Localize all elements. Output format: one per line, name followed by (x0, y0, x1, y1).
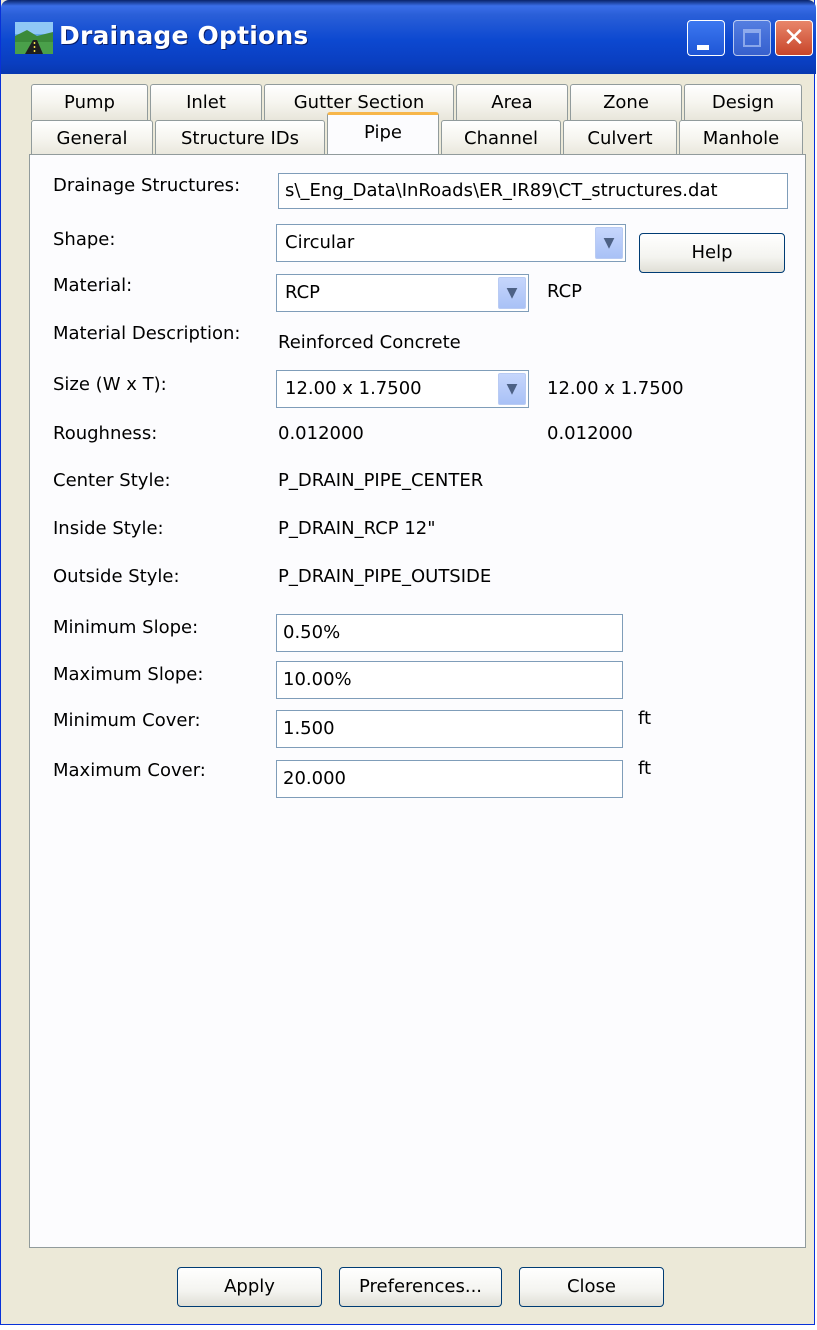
outside-style-label: Outside Style: (53, 566, 180, 587)
roughness-value: 0.012000 (278, 423, 364, 444)
chevron-down-icon[interactable]: ▼ (498, 277, 526, 309)
close-window-button[interactable]: ✕ (775, 20, 813, 56)
close-button[interactable]: Close (519, 1267, 664, 1307)
help-button[interactable]: Help (639, 233, 785, 273)
tab-strip: Pump Inlet Gutter Section Area Zone Desi… (1, 74, 816, 156)
maximum-cover-unit: ft (638, 758, 652, 779)
tab-design[interactable]: Design (684, 84, 802, 120)
tab-structure-ids[interactable]: Structure IDs (155, 120, 325, 156)
center-style-label: Center Style: (53, 470, 171, 491)
material-label: Material: (53, 275, 133, 296)
tab-zone[interactable]: Zone (570, 84, 682, 120)
drainage-structures-label: Drainage Structures: (53, 175, 241, 196)
material-side-value: RCP (547, 281, 583, 302)
maximize-icon (743, 29, 761, 47)
shape-dropdown[interactable]: Circular ▼ (276, 224, 626, 262)
maximum-cover-label: Maximum Cover: (53, 760, 206, 781)
maximum-slope-label: Maximum Slope: (53, 664, 204, 685)
minimum-slope-label: Minimum Slope: (53, 617, 199, 638)
shape-label: Shape: (53, 229, 116, 250)
tab-channel[interactable]: Channel (441, 120, 561, 156)
close-icon: ✕ (783, 23, 805, 53)
apply-button[interactable]: Apply (177, 1267, 322, 1307)
chevron-down-icon[interactable]: ▼ (595, 227, 623, 259)
size-value: 12.00 x 1.7500 (285, 378, 422, 399)
chevron-down-icon[interactable]: ▼ (498, 373, 526, 405)
size-side-value: 12.00 x 1.7500 (547, 378, 684, 399)
minimize-button[interactable] (687, 20, 725, 56)
tab-culvert[interactable]: Culvert (563, 120, 677, 156)
minimum-cover-field[interactable]: 1.500 (276, 710, 623, 748)
tab-manhole[interactable]: Manhole (679, 120, 803, 156)
pipe-tab-panel: Drainage Structures: s\_Eng_Data\InRoads… (29, 154, 806, 1248)
size-label: Size (W x T): (53, 374, 167, 395)
drainage-options-window: Drainage Options ✕ Pump Inlet Gutter Sec… (0, 0, 816, 1325)
window-title: Drainage Options (59, 21, 309, 50)
minimum-cover-unit: ft (638, 708, 652, 729)
outside-style-value: P_DRAIN_PIPE_OUTSIDE (278, 566, 492, 587)
tab-pipe[interactable]: Pipe (327, 112, 439, 154)
maximum-cover-field[interactable]: 20.000 (276, 760, 623, 798)
roughness-label: Roughness: (53, 423, 158, 444)
roughness-side-value: 0.012000 (547, 423, 633, 444)
title-bar[interactable]: Drainage Options ✕ (1, 0, 816, 74)
preferences-button[interactable]: Preferences... (339, 1267, 502, 1307)
inside-style-value: P_DRAIN_RCP 12" (278, 518, 436, 539)
tab-general[interactable]: General (31, 120, 153, 156)
landscape-icon (15, 22, 53, 54)
tab-pump[interactable]: Pump (31, 84, 148, 120)
material-description-value: Reinforced Concrete (278, 332, 461, 353)
inside-style-label: Inside Style: (53, 518, 164, 539)
tab-inlet[interactable]: Inlet (150, 84, 262, 120)
tab-area[interactable]: Area (456, 84, 568, 120)
minimum-cover-label: Minimum Cover: (53, 710, 201, 731)
material-value: RCP (285, 282, 321, 303)
shape-value: Circular (285, 232, 355, 253)
maximum-slope-field[interactable]: 10.00% (276, 661, 623, 699)
drainage-structures-field[interactable]: s\_Eng_Data\InRoads\ER_IR89\CT_structure… (278, 173, 788, 209)
center-style-value: P_DRAIN_PIPE_CENTER (278, 470, 484, 491)
material-description-label: Material Description: (53, 323, 241, 344)
minimize-icon (697, 45, 709, 50)
size-dropdown[interactable]: 12.00 x 1.7500 ▼ (276, 370, 529, 408)
material-dropdown[interactable]: RCP ▼ (276, 274, 529, 312)
minimum-slope-field[interactable]: 0.50% (276, 614, 623, 652)
maximize-button (733, 20, 771, 56)
